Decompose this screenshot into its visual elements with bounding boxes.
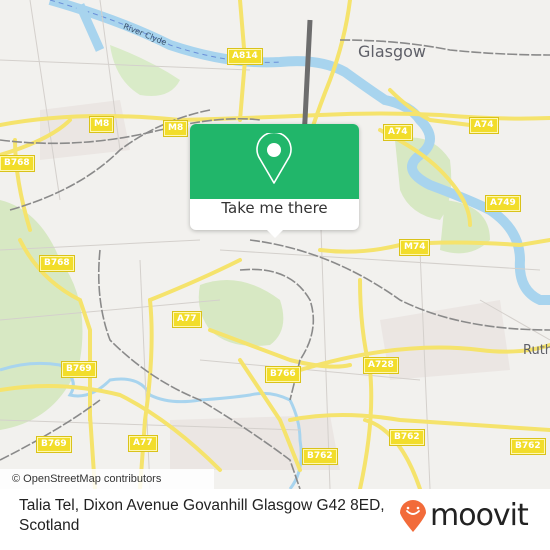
- road-shield: A749: [485, 195, 521, 212]
- moovit-pin-icon: [400, 500, 426, 532]
- popup-pointer: [266, 229, 284, 238]
- road-shield: B762: [389, 429, 425, 446]
- location-pin-icon: [256, 133, 292, 184]
- address-text: Talia Tel, Dixon Avenue Govanhill Glasgo…: [19, 497, 385, 534]
- road-shield: M8: [88, 116, 115, 133]
- park-area: [110, 45, 180, 96]
- road-shield: A77: [172, 311, 202, 328]
- road-shield: B768: [0, 155, 35, 172]
- road-shield: B769: [61, 361, 97, 378]
- road-shield: M74: [398, 239, 431, 256]
- map-canvas[interactable]: River Clyde Glasgow Ruth A814 M8 M8 A74 …: [0, 0, 550, 489]
- take-me-there-button[interactable]: Take me there: [190, 199, 359, 230]
- park-area: [198, 280, 284, 346]
- moovit-logo[interactable]: moovit: [398, 497, 529, 533]
- road-shield: A74: [469, 117, 499, 134]
- road-shield: A728: [363, 357, 399, 374]
- urban-area: [380, 300, 510, 380]
- moovit-wordmark: moovit: [430, 497, 529, 533]
- road-shield: B762: [510, 438, 546, 455]
- road-shield: M8: [162, 120, 189, 137]
- map-background: [0, 0, 550, 489]
- road-shield: B768: [39, 255, 75, 272]
- road-shield: A814: [227, 48, 263, 65]
- road-shield: B766: [265, 366, 301, 383]
- road-shield: B769: [36, 436, 72, 453]
- place-label-glasgow: Glasgow: [358, 42, 427, 61]
- popup-header: [190, 124, 359, 199]
- urban-area: [40, 100, 130, 160]
- road-shield: B762: [302, 448, 338, 465]
- destination-popup: Take me there: [190, 124, 359, 238]
- road-shield: A74: [383, 124, 413, 141]
- map-attribution[interactable]: © OpenStreetMap contributors: [0, 469, 214, 489]
- road-shield: A77: [128, 435, 158, 452]
- place-label-rutherglen: Ruth: [523, 343, 550, 358]
